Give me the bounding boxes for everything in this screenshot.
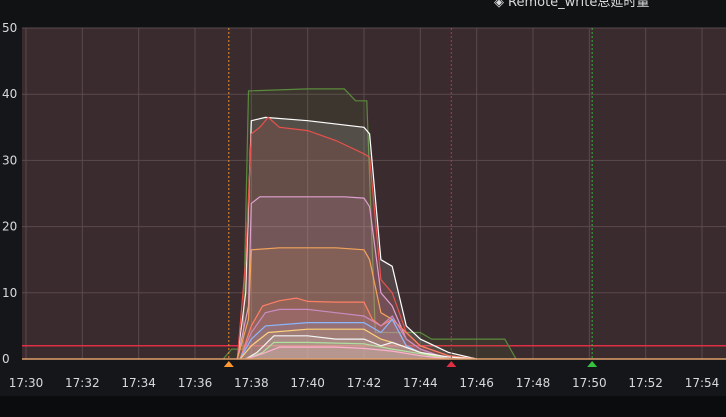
y-tick-label: 50 [2, 21, 17, 35]
x-tick-label: 17:50 [572, 376, 607, 390]
annotation-marker [223, 361, 234, 367]
annotation-marker [587, 361, 598, 367]
y-tick-label: 0 [2, 352, 10, 366]
x-tick-label: 17:36 [178, 376, 213, 390]
x-tick-label: 17:32 [65, 376, 100, 390]
y-tick-label: 40 [2, 87, 17, 101]
x-tick-label: 17:38 [234, 376, 269, 390]
x-tick-label: 17:44 [403, 376, 438, 390]
dashboard-panel: ◈ Remote_write总延时量 0 10 20 30 40 50 17:30 17:32 1… [0, 0, 726, 417]
y-tick-label: 20 [2, 220, 17, 234]
y-tick-label: 10 [2, 286, 17, 300]
panel-footer [0, 396, 726, 417]
x-tick-label: 17:54 [685, 376, 720, 390]
x-tick-label: 17:48 [516, 376, 551, 390]
y-tick-label: 30 [2, 153, 17, 167]
x-tick-label: 17:34 [121, 376, 156, 390]
x-tick-label: 17:40 [290, 376, 325, 390]
annotation-marker [446, 361, 457, 367]
x-tick-label: 17:30 [9, 376, 44, 390]
x-tick-label: 17:42 [347, 376, 382, 390]
x-tick-label: 17:52 [628, 376, 663, 390]
time-series-chart[interactable]: 0 10 20 30 40 50 17:30 17:32 17:34 17:36 17:38 17:4… [0, 0, 726, 417]
x-tick-label: 17:46 [459, 376, 494, 390]
